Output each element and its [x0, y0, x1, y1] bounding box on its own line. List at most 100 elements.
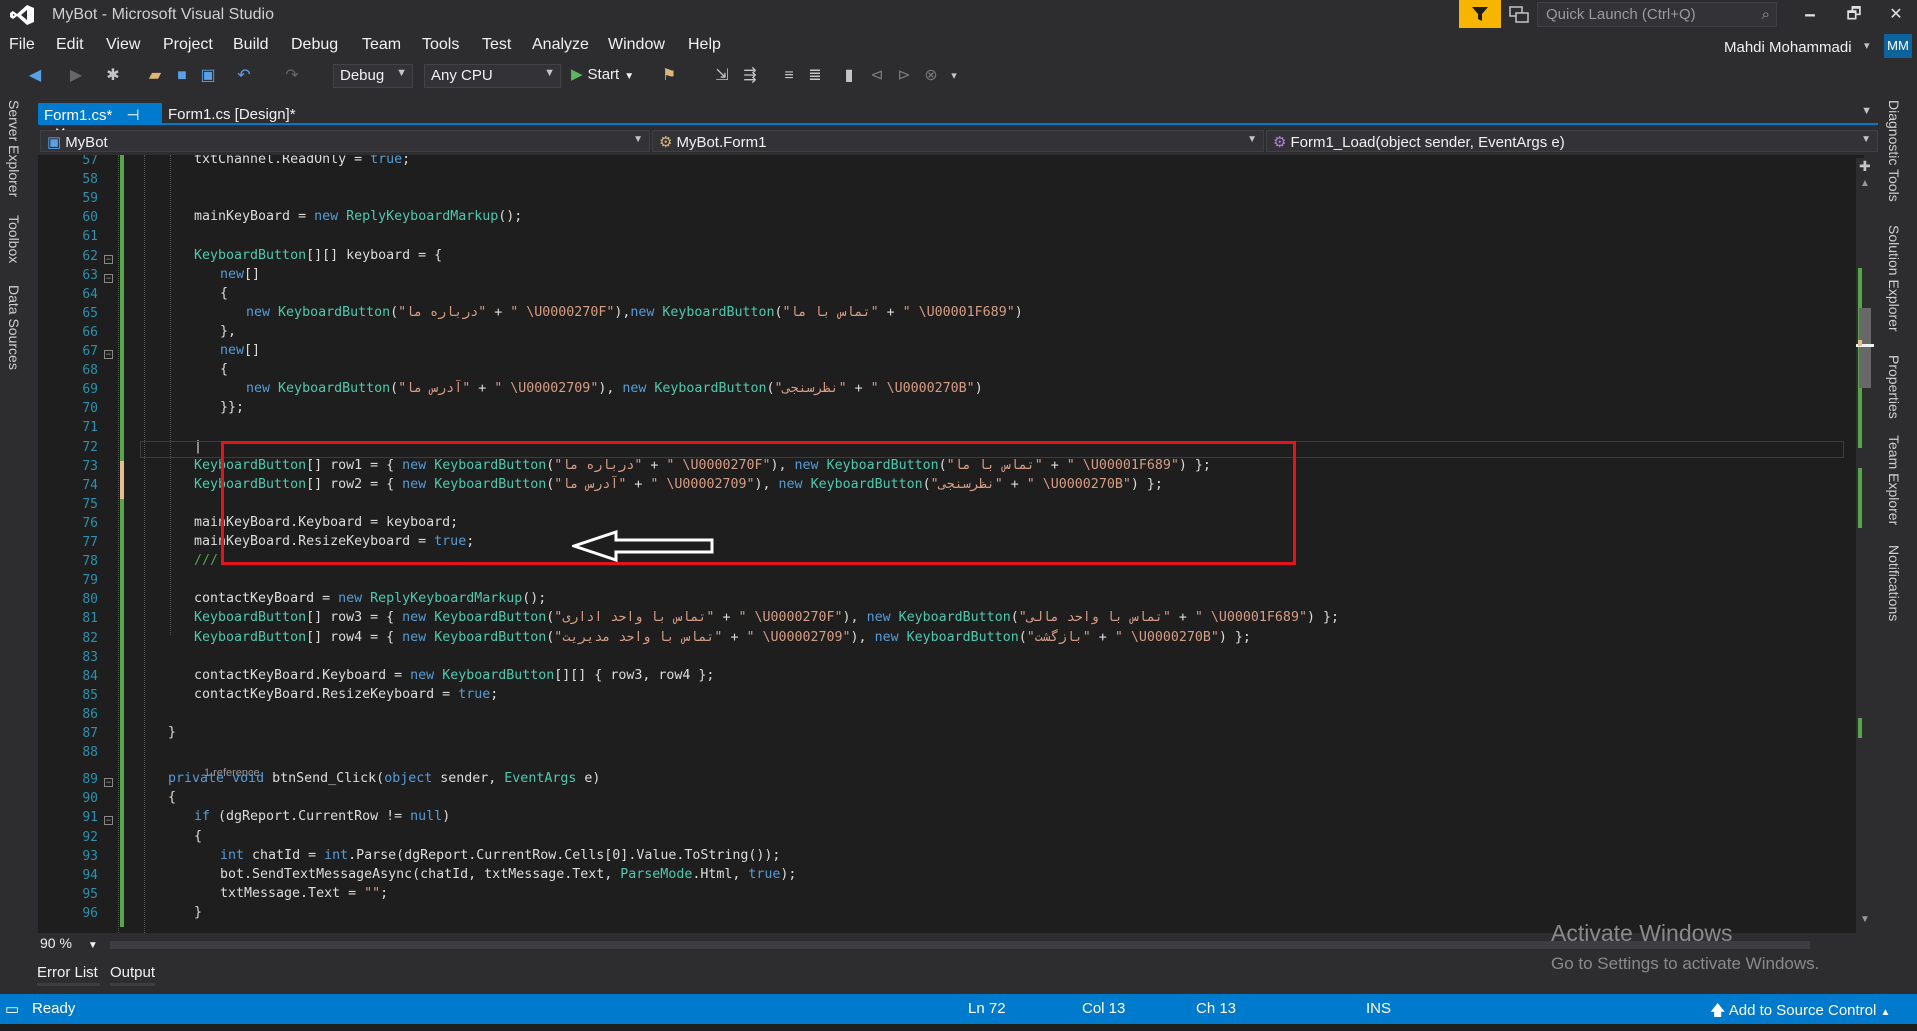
- project-select[interactable]: ▣ MyBot ▼: [40, 130, 650, 152]
- code-line[interactable]: ///: [194, 553, 218, 568]
- feedback-icon[interactable]: [1508, 4, 1530, 26]
- step-into-icon[interactable]: ⇲: [712, 66, 732, 86]
- code-line[interactable]: KeyboardButton[] row4 = { new KeyboardBu…: [194, 630, 1251, 645]
- code-line[interactable]: }};: [220, 400, 244, 415]
- next-bookmark-icon[interactable]: ⊳: [894, 66, 914, 86]
- filter-icon[interactable]: [1459, 0, 1501, 28]
- code-line[interactable]: if (dgReport.CurrentRow != null): [194, 809, 450, 824]
- code-line[interactable]: }: [168, 725, 176, 740]
- previous-bookmark-icon[interactable]: ⊲: [867, 66, 887, 86]
- code-line[interactable]: {: [194, 829, 202, 844]
- avatar[interactable]: MM: [1884, 34, 1912, 58]
- menu-test[interactable]: Test: [482, 36, 511, 54]
- code-line[interactable]: contactKeyBoard.ResizeKeyboard = true;: [194, 687, 498, 702]
- code-line[interactable]: {: [220, 286, 228, 301]
- navigate-forward-icon[interactable]: ▶: [66, 66, 86, 86]
- code-lens-references[interactable]: 1 reference: [204, 767, 260, 779]
- navigate-back-icon[interactable]: ◀: [25, 66, 45, 86]
- member-select[interactable]: ⚙ Form1_Load(object sender, EventArgs e) ▼: [1266, 130, 1878, 152]
- toolbar-overflow-icon[interactable]: ▾: [944, 66, 964, 86]
- solution-platform-select[interactable]: Any CPU ▼: [424, 64, 561, 88]
- code-line[interactable]: txtMessage.Text = "";: [220, 886, 388, 901]
- tab-form1-cs[interactable]: Form1.cs* ⊣ ✕: [38, 103, 162, 142]
- code-line[interactable]: int chatId = int.Parse(dgReport.CurrentR…: [220, 848, 780, 863]
- close-button[interactable]: ✕: [1876, 2, 1916, 28]
- minimize-button[interactable]: 🗕: [1790, 2, 1830, 28]
- tab-server-explorer[interactable]: Server Explorer: [6, 100, 22, 197]
- zoom-select[interactable]: 90 % ▼: [40, 935, 98, 951]
- menu-edit[interactable]: Edit: [56, 36, 84, 54]
- split-editor-icon[interactable]: ✚: [1859, 158, 1871, 175]
- scrollbar-thumb[interactable]: [1859, 308, 1871, 388]
- code-line[interactable]: KeyboardButton[] row3 = { new KeyboardBu…: [194, 610, 1339, 625]
- collapse-region-icon[interactable]: −: [104, 254, 113, 264]
- menu-analyze[interactable]: Analyze: [532, 36, 589, 54]
- open-folder-icon[interactable]: ▰: [145, 66, 165, 86]
- code-line[interactable]: contactKeyBoard.Keyboard = new KeyboardB…: [194, 668, 714, 683]
- tab-error-list[interactable]: Error List: [37, 964, 98, 981]
- menu-build[interactable]: Build: [233, 36, 269, 54]
- start-button[interactable]: ▶ Start ▼: [571, 65, 634, 87]
- code-line[interactable]: new KeyboardButton("درباره ما" + " \U000…: [246, 305, 1023, 320]
- solution-configuration-select[interactable]: Debug ▼: [333, 64, 413, 88]
- code-line[interactable]: },: [220, 324, 236, 339]
- undo-icon[interactable]: ↶: [234, 66, 254, 86]
- class-select[interactable]: ⚙ MyBot.Form1 ▼: [652, 130, 1264, 152]
- tab-notifications[interactable]: Notifications: [1886, 545, 1902, 621]
- code-line[interactable]: mainKeyBoard = new ReplyKeyboardMarkup()…: [194, 209, 522, 224]
- add-to-source-control-button[interactable]: 🡅 Add to Source Control ▲: [1710, 1000, 1890, 1025]
- code-line[interactable]: {: [168, 790, 176, 805]
- pin-icon[interactable]: ⊣: [127, 107, 140, 124]
- code-line[interactable]: }: [194, 905, 202, 920]
- tab-solution-explorer[interactable]: Solution Explorer: [1886, 225, 1902, 332]
- line-number: 67: [82, 344, 98, 359]
- comment-out-icon[interactable]: ≡: [779, 66, 799, 86]
- save-icon[interactable]: ■: [172, 66, 192, 86]
- menu-debug[interactable]: Debug: [291, 36, 338, 54]
- code-line[interactable]: new KeyboardButton("آدرس ما" + " \U00002…: [246, 381, 983, 396]
- menu-window[interactable]: Window: [608, 36, 665, 54]
- step-over-icon[interactable]: ⇶: [740, 66, 760, 86]
- code-line[interactable]: contactKeyBoard = new ReplyKeyboardMarku…: [194, 591, 546, 606]
- tab-team-explorer[interactable]: Team Explorer: [1886, 435, 1902, 525]
- tab-toolbox[interactable]: Toolbox: [6, 215, 22, 263]
- new-project-icon[interactable]: ✱: [103, 66, 123, 86]
- collapse-region-icon[interactable]: −: [104, 816, 113, 826]
- user-name[interactable]: Mahdi Mohammadi: [1724, 39, 1852, 56]
- scroll-up-icon[interactable]: ▲: [1860, 178, 1870, 189]
- clear-bookmarks-icon[interactable]: ⊗: [921, 66, 941, 86]
- tab-data-sources[interactable]: Data Sources: [6, 285, 22, 370]
- tab-list-chevron-down-icon[interactable]: ▼: [1861, 105, 1872, 117]
- tab-output[interactable]: Output: [110, 964, 155, 981]
- menu-file[interactable]: File: [9, 36, 35, 54]
- quick-launch-input[interactable]: Quick Launch (Ctrl+Q) ⌕: [1537, 2, 1777, 27]
- tab-form1-design[interactable]: Form1.cs [Design]*: [162, 103, 302, 125]
- menu-tools[interactable]: Tools: [422, 36, 459, 54]
- collapse-region-icon[interactable]: −: [104, 778, 113, 788]
- tab-properties[interactable]: Properties: [1886, 355, 1902, 419]
- menu-view[interactable]: View: [106, 36, 140, 54]
- code-line[interactable]: KeyboardButton[][] keyboard = {: [194, 248, 442, 263]
- menu-project[interactable]: Project: [163, 36, 213, 54]
- code-line[interactable]: txtChannel.ReadOnly = true;: [194, 155, 410, 167]
- uncomment-icon[interactable]: ≣: [805, 66, 825, 86]
- tab-diagnostic-tools[interactable]: Diagnostic Tools: [1886, 100, 1902, 202]
- restore-button[interactable]: 🗗: [1834, 2, 1874, 28]
- scroll-down-icon[interactable]: ▼: [1860, 914, 1870, 925]
- code-line[interactable]: new[]: [220, 267, 260, 282]
- vertical-scrollbar[interactable]: ✚ ▲ ▼: [1856, 158, 1874, 933]
- code-line[interactable]: bot.SendTextMessageAsync(chatId, txtMess…: [220, 867, 796, 882]
- code-line[interactable]: {: [220, 362, 228, 377]
- bookmark-icon[interactable]: ▮: [839, 66, 859, 86]
- code-editor[interactable]: 57 58 59 60 61 62 63 64 65 66 67 68 69 70 71 72 73 74 75 76…: [38, 155, 1864, 933]
- user-chevron-down-icon[interactable]: ▾: [1864, 39, 1870, 52]
- browser-link-icon[interactable]: ⚑: [659, 66, 679, 86]
- menu-help[interactable]: Help: [688, 36, 721, 54]
- collapse-region-icon[interactable]: −: [104, 273, 113, 283]
- save-all-icon[interactable]: ▣: [198, 66, 218, 86]
- menu-team[interactable]: Team: [362, 36, 401, 54]
- collapse-region-icon[interactable]: −: [104, 350, 113, 359]
- redo-icon[interactable]: ↷: [282, 66, 302, 86]
- line-number: 73: [82, 458, 98, 474]
- code-line[interactable]: new[]: [220, 343, 260, 358]
